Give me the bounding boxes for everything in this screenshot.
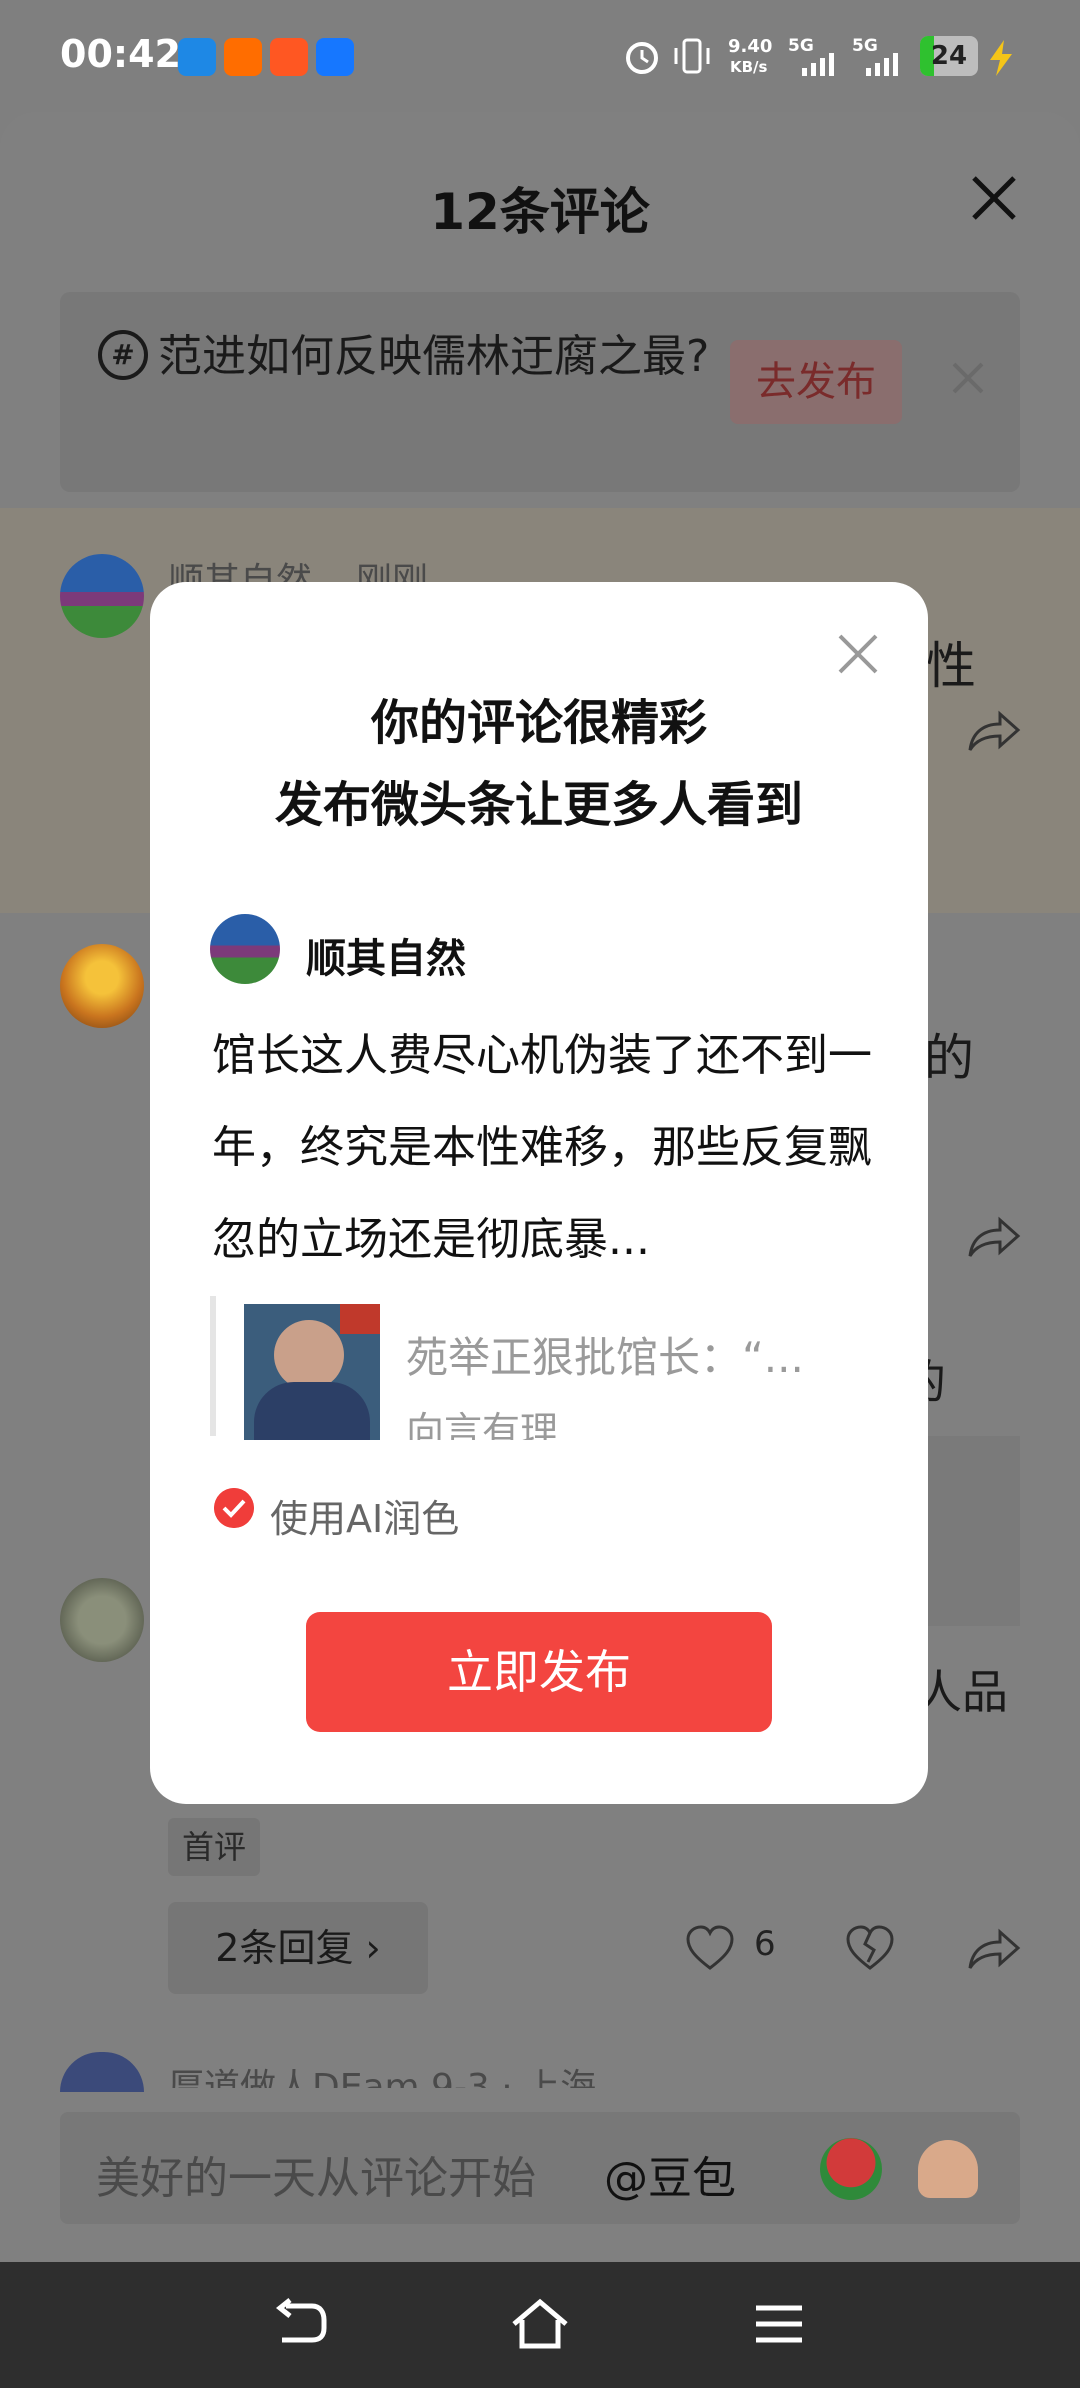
- like-icon[interactable]: [684, 1924, 736, 1972]
- clock-time: 00:42: [60, 32, 181, 76]
- topic-publish-button[interactable]: 去发布: [730, 340, 902, 424]
- topic-suggestion[interactable]: # 范进如何反映儒林迂腐之最? 去发布: [60, 292, 1020, 492]
- home-icon[interactable]: [510, 2298, 570, 2350]
- rose-icon[interactable]: [820, 2138, 882, 2200]
- share-icon[interactable]: [966, 1212, 1022, 1262]
- net-speed-unit: KB/s: [730, 58, 768, 76]
- dialog-close-icon[interactable]: [836, 632, 880, 676]
- signal-icon-2: [866, 53, 898, 76]
- next-comment-header: 厚道做人DEam 9-3 · 上海: [168, 2067, 597, 2088]
- user-name: 顺其自然: [306, 936, 466, 982]
- net-speed-value: 9.40: [728, 36, 773, 57]
- dislike-icon[interactable]: [844, 1924, 896, 1972]
- checkbox-checked-icon[interactable]: [214, 1488, 254, 1528]
- like-count: 6: [754, 1924, 776, 1964]
- dialog-title-line1: 你的评论很精彩: [370, 695, 707, 751]
- article-title: 苑举正狠批馆长：“...: [406, 1333, 804, 1382]
- avatar: [210, 914, 280, 984]
- app-red-arrow-icon: [270, 38, 308, 76]
- status-bar: 00:42 9.40 KB/s 5G 5G 24: [0, 0, 1080, 112]
- vibrate-icon: [674, 38, 710, 74]
- topic-text: 范进如何反映儒林迂腐之最?: [158, 331, 710, 382]
- share-icon[interactable]: [966, 1924, 1022, 1974]
- comment-input[interactable]: 美好的一天从评论开始 @豆包: [60, 2112, 1020, 2224]
- system-nav-bar: [0, 2262, 1080, 2388]
- comment-text-fragment: 性: [926, 637, 976, 695]
- menu-icon[interactable]: [754, 2302, 804, 2346]
- alarm-icon: [626, 42, 658, 74]
- signal-icon: [802, 53, 834, 76]
- app-blue-icon: [178, 38, 216, 76]
- quoted-article: 苑举正狠批馆长：“... 向言有理: [210, 1296, 870, 1440]
- comment-preview: 馆长这人费尽心机伪装了还不到一年，终究是本性难移，那些反复飘忽的立场还是彻底暴.…: [212, 1030, 872, 1265]
- avatar[interactable]: [60, 944, 144, 1028]
- mention-doubao-button[interactable]: @豆包: [604, 2142, 736, 2206]
- comment-text-fragment: 人品: [916, 1665, 1008, 1719]
- ai-polish-label[interactable]: 使用AI润色: [270, 1488, 459, 1543]
- article-thumbnail: [244, 1304, 380, 1440]
- comment-text-fragment: 的: [924, 1029, 974, 1087]
- comment-input-placeholder: 美好的一天从评论开始: [96, 2153, 536, 2204]
- avatar[interactable]: [60, 554, 144, 638]
- app-orange-grid-icon: [224, 38, 262, 76]
- battery-indicator: 24: [920, 36, 978, 76]
- battery-level: 24: [930, 41, 968, 71]
- alipay-icon: [316, 38, 354, 76]
- first-comment-badge: 首评: [168, 1818, 260, 1876]
- publish-now-button[interactable]: 立即发布: [306, 1612, 772, 1732]
- clap-icon[interactable]: [918, 2140, 978, 2198]
- close-icon[interactable]: [966, 170, 1022, 226]
- avatar[interactable]: [60, 2052, 144, 2092]
- dismiss-icon[interactable]: [948, 358, 988, 398]
- charging-icon: [990, 40, 1012, 76]
- view-replies-button[interactable]: 2条回复 ›: [168, 1902, 428, 1994]
- dialog-title: 你的评论很精彩 发布微头条让更多人看到: [150, 682, 928, 846]
- article-author: 向言有理: [406, 1409, 559, 1440]
- publish-prompt-dialog: 你的评论很精彩 发布微头条让更多人看到 顺其自然 馆长这人费尽心机伪装了还不到一…: [150, 582, 928, 1804]
- avatar[interactable]: [60, 1578, 144, 1662]
- back-icon[interactable]: [272, 2298, 328, 2348]
- share-icon[interactable]: [966, 706, 1022, 756]
- dialog-title-line2: 发布微头条让更多人看到: [274, 777, 803, 833]
- comment-sheet-title: 12条评论: [430, 183, 650, 241]
